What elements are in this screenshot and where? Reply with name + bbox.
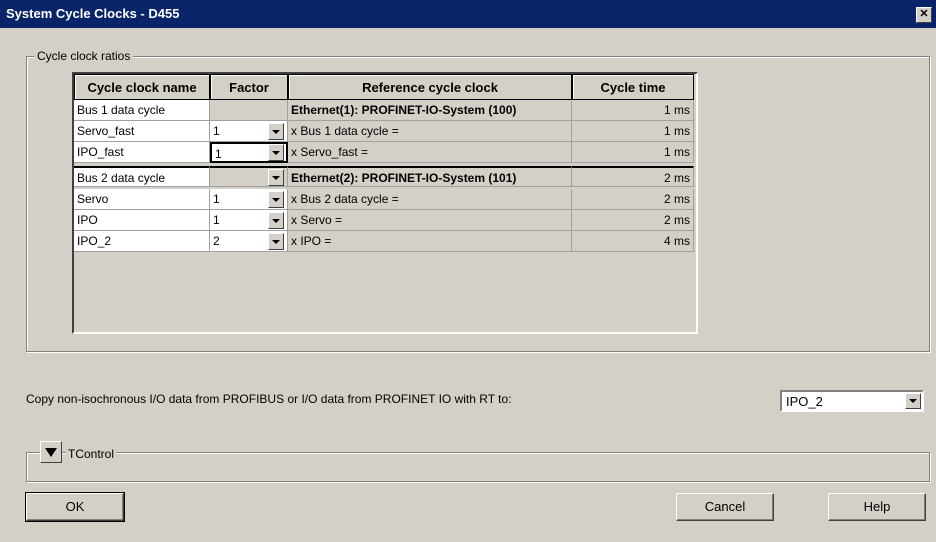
- group-label: Cycle clock ratios: [34, 49, 134, 63]
- chevron-down-icon[interactable]: [268, 233, 284, 250]
- triangle-down-icon[interactable]: [40, 441, 62, 463]
- row-1-time: 1 ms: [572, 100, 694, 121]
- row-1-reference: Ethernet(1): PROFINET-IO-System (100): [288, 100, 572, 121]
- title-bar[interactable]: System Cycle Clocks - D455 ✕: [0, 0, 936, 28]
- dialog-window: System Cycle Clocks - D455 ✕ Cycle clock…: [0, 0, 936, 542]
- close-icon[interactable]: ✕: [916, 7, 932, 23]
- row-7-name: IPO_2: [74, 231, 210, 252]
- row-3-reference: x Servo_fast =: [288, 142, 572, 163]
- row-1-name: Bus 1 data cycle: [74, 100, 210, 121]
- window-title: System Cycle Clocks - D455: [6, 6, 180, 21]
- row-1-factor: [210, 100, 288, 121]
- chevron-down-icon[interactable]: [268, 191, 284, 208]
- row-2-name: Servo_fast: [74, 121, 210, 142]
- chevron-down-icon[interactable]: [905, 393, 921, 409]
- tcontrol-label: TControl: [66, 447, 117, 461]
- header-reference-cycle-clock[interactable]: Reference cycle clock: [288, 74, 572, 100]
- row-5-reference: x Bus 2 data cycle =: [288, 189, 572, 210]
- row-4-time: 2 ms: [572, 166, 694, 187]
- chevron-down-icon[interactable]: [268, 123, 284, 140]
- header-factor[interactable]: Factor: [210, 74, 288, 100]
- row-6-time: 2 ms: [572, 210, 694, 231]
- row-2-reference: x Bus 1 data cycle =: [288, 121, 572, 142]
- chevron-down-icon[interactable]: [268, 169, 284, 186]
- ok-button[interactable]: OK: [25, 492, 125, 522]
- tcontrol-group: [26, 452, 930, 482]
- row-4-name: Bus 2 data cycle: [74, 166, 210, 187]
- row-3-name: IPO_fast: [74, 142, 210, 163]
- chevron-down-icon[interactable]: [268, 212, 284, 229]
- row-5-name: Servo: [74, 189, 210, 210]
- header-cycle-clock-name[interactable]: Cycle clock name: [74, 74, 210, 100]
- cycle-clock-table: Cycle clock name Factor Reference cycle …: [72, 72, 698, 334]
- row-2-time: 1 ms: [572, 121, 694, 142]
- help-button[interactable]: Help: [828, 493, 926, 521]
- copy-io-label: Copy non-isochronous I/O data from PROFI…: [26, 392, 512, 406]
- row-6-name: IPO: [74, 210, 210, 231]
- cancel-button[interactable]: Cancel: [676, 493, 774, 521]
- header-cycle-time[interactable]: Cycle time: [572, 74, 694, 100]
- row-5-time: 2 ms: [572, 189, 694, 210]
- copy-target-select[interactable]: IPO_2: [780, 390, 924, 412]
- row-4-reference: Ethernet(2): PROFINET-IO-System (101): [288, 166, 572, 187]
- row-3-time: 1 ms: [572, 142, 694, 163]
- chevron-down-icon[interactable]: [268, 144, 284, 161]
- row-6-reference: x Servo =: [288, 210, 572, 231]
- row-7-reference: x IPO =: [288, 231, 572, 252]
- row-7-time: 4 ms: [572, 231, 694, 252]
- copy-target-value: IPO_2: [786, 394, 823, 409]
